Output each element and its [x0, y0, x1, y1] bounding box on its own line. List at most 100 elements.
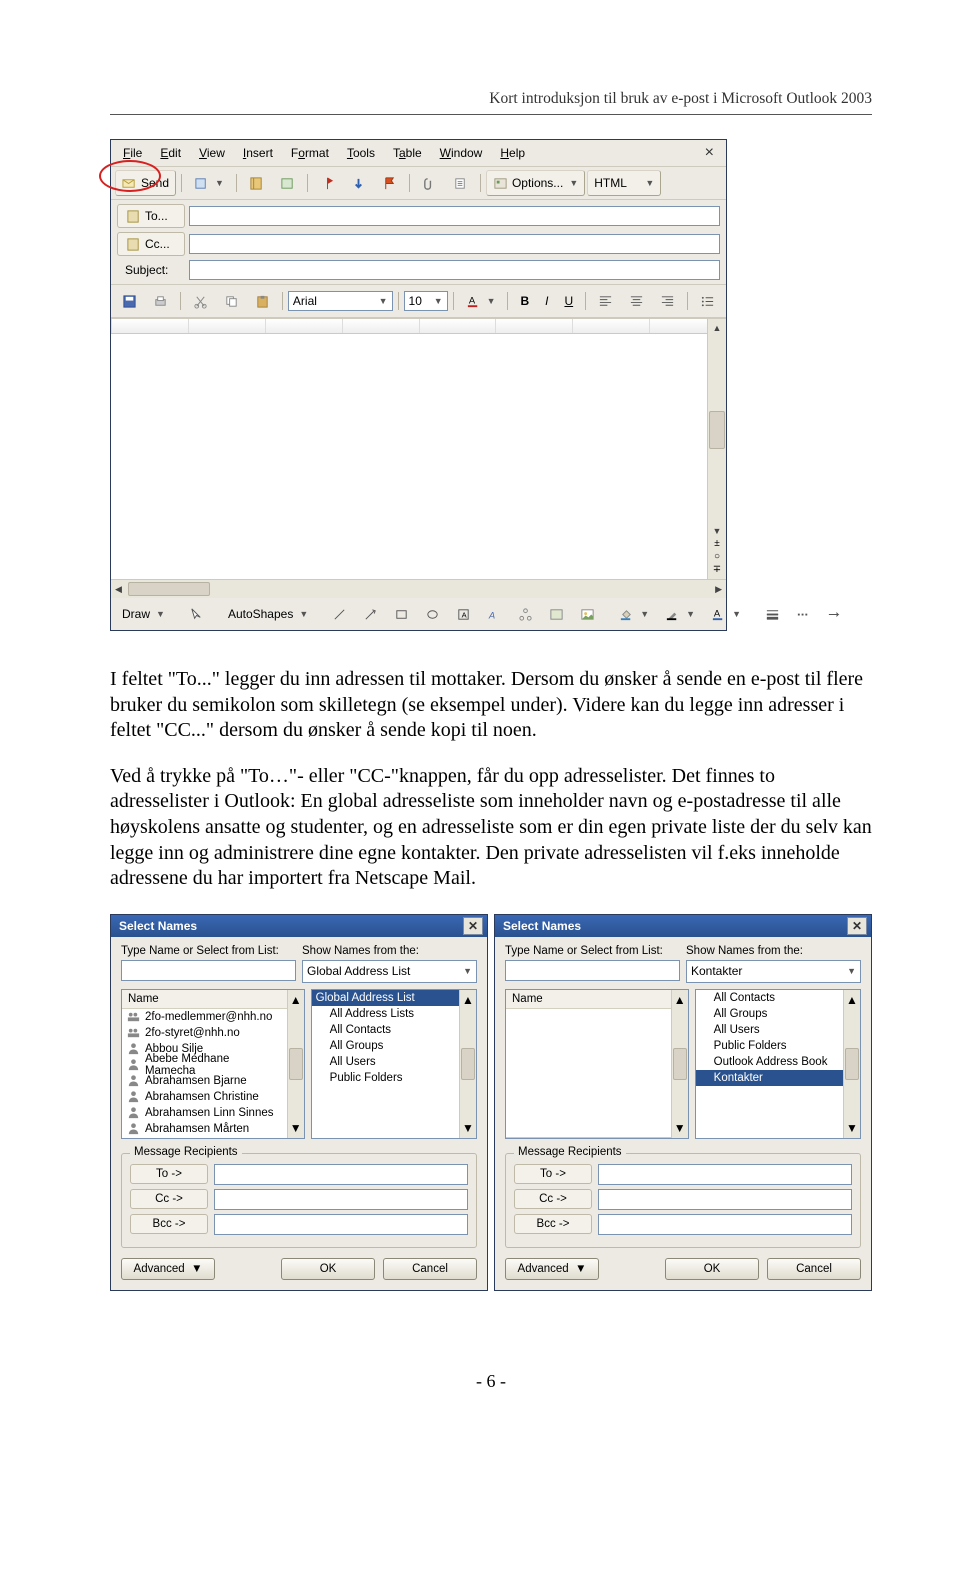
list-item[interactable]: Global Address List [312, 990, 459, 1006]
underline-button[interactable]: U [557, 288, 580, 314]
to-add-button[interactable]: To -> [130, 1164, 208, 1184]
message-body-editor[interactable]: ▲ ▼ ± ○ ∓ [111, 318, 726, 579]
ok-button[interactable]: OK [281, 1258, 375, 1280]
list-item[interactable]: Public Folders [696, 1038, 843, 1054]
list-item[interactable]: Abebe Medhane Mamecha [122, 1057, 287, 1073]
names-listbox[interactable]: Name ◀▶ [505, 989, 689, 1139]
line-color-button[interactable]: ▼ [658, 601, 702, 627]
list-item[interactable]: All Groups [696, 1006, 843, 1022]
cancel-button[interactable]: Cancel [383, 1258, 477, 1280]
bold-button[interactable]: B [513, 288, 536, 314]
menu-help[interactable]: Help [492, 143, 535, 163]
cc-recipients-input[interactable] [214, 1189, 468, 1210]
list-item[interactable]: All Users [696, 1022, 843, 1038]
dash-style-button[interactable] [789, 601, 818, 627]
cc-recipients-input[interactable] [598, 1189, 852, 1210]
list-item[interactable]: Outlook Address Book [696, 1054, 843, 1070]
list-item[interactable] [506, 1121, 671, 1137]
list-item[interactable]: All Address Lists [312, 1006, 459, 1022]
list-item[interactable] [506, 1073, 671, 1089]
font-color-button[interactable]: A▼ [459, 288, 503, 314]
list-item[interactable]: All Users [312, 1054, 459, 1070]
list-item[interactable] [506, 1057, 671, 1073]
align-left-button[interactable] [591, 288, 620, 314]
align-center-button[interactable] [622, 288, 651, 314]
list-item[interactable]: All Groups [312, 1038, 459, 1054]
list-item[interactable]: Abrahamsen Christine [122, 1089, 287, 1105]
check-names-button[interactable] [273, 170, 302, 196]
diagram-tool[interactable] [511, 601, 540, 627]
close-icon[interactable]: ✕ [847, 917, 867, 935]
size-select[interactable]: 10▼ [404, 291, 448, 311]
italic-button[interactable]: I [538, 288, 555, 314]
fill-color-button[interactable]: ▼ [612, 601, 656, 627]
menu-view[interactable]: View [191, 143, 235, 163]
menu-table[interactable]: Table [385, 143, 432, 163]
vertical-scrollbar[interactable]: ▲▼ [287, 990, 304, 1138]
arrow-tool[interactable] [356, 601, 385, 627]
options-button[interactable]: Options... ▼ [486, 170, 585, 196]
address-book-button[interactable] [242, 170, 271, 196]
line-style-button[interactable] [758, 601, 787, 627]
type-name-input[interactable] [121, 960, 296, 981]
advanced-button[interactable]: Advanced ▼ [505, 1258, 599, 1280]
save-button[interactable] [115, 288, 144, 314]
attach-item-button[interactable] [446, 170, 475, 196]
list-item[interactable]: All Contacts [312, 1022, 459, 1038]
format-mode-select[interactable]: HTML ▼ [587, 170, 661, 196]
picture-tool[interactable] [573, 601, 602, 627]
bcc-recipients-input[interactable] [214, 1214, 468, 1235]
to-recipients-input[interactable] [598, 1164, 852, 1185]
type-name-input[interactable] [505, 960, 680, 981]
show-names-select[interactable]: Kontakter▼ [686, 960, 861, 983]
menu-window[interactable]: Window [432, 143, 493, 163]
vertical-scrollbar[interactable]: ▲ ▼ ± ○ ∓ [707, 319, 726, 579]
select-objects-button[interactable] [182, 601, 211, 627]
close-icon[interactable]: ✕ [463, 917, 483, 935]
scrollbar-thumb[interactable] [709, 411, 725, 449]
oval-tool[interactable] [418, 601, 447, 627]
list-item[interactable] [506, 1041, 671, 1057]
font-color-button-2[interactable]: A▼ [704, 601, 748, 627]
textbox-tool[interactable]: A [449, 601, 478, 627]
list-item[interactable]: 2fo-styret@nhh.no [122, 1025, 287, 1041]
align-right-button[interactable] [653, 288, 682, 314]
list-item[interactable]: Kontakter [696, 1070, 843, 1086]
draw-menu[interactable]: Draw▼ [115, 601, 172, 627]
cc-input[interactable] [189, 234, 720, 254]
list-item[interactable] [506, 1089, 671, 1105]
autoshapes-menu[interactable]: AutoShapes▼ [221, 601, 315, 627]
horizontal-scrollbar[interactable]: ◀▶ [506, 1137, 671, 1138]
subject-input[interactable] [189, 260, 720, 280]
menu-edit[interactable]: Edit [152, 143, 191, 163]
to-button[interactable]: To... [117, 204, 185, 228]
cc-add-button[interactable]: Cc -> [514, 1189, 592, 1209]
line-tool[interactable] [325, 601, 354, 627]
attach-file-button[interactable] [415, 170, 444, 196]
show-names-select[interactable]: Global Address List▼ [302, 960, 477, 983]
menu-insert[interactable]: Insert [235, 143, 283, 163]
bcc-add-button[interactable]: Bcc -> [514, 1214, 592, 1234]
importance-low-button[interactable] [344, 170, 373, 196]
send-button[interactable]: Send [115, 170, 176, 196]
follow-up-button[interactable] [375, 170, 404, 196]
cut-button[interactable] [186, 288, 215, 314]
list-item[interactable]: Public Folders [312, 1070, 459, 1086]
arrow-style-button[interactable] [820, 601, 849, 627]
scrollbar-thumb[interactable] [128, 582, 210, 596]
dialog-titlebar[interactable]: Select Names ✕ [495, 915, 871, 937]
menu-format[interactable]: Format [283, 143, 339, 163]
print-button[interactable] [146, 288, 175, 314]
names-listbox[interactable]: Name 2fo-medlemmer@nhh.no2fo-styret@nhh.… [121, 989, 305, 1139]
paste-button[interactable] [248, 288, 277, 314]
bullets-button[interactable] [693, 288, 722, 314]
to-input[interactable] [189, 206, 720, 226]
to-recipients-input[interactable] [214, 1164, 468, 1185]
vertical-scrollbar[interactable]: ▲▼ [843, 990, 860, 1138]
sources-listbox[interactable]: Global Address ListAll Address ListsAll … [311, 989, 477, 1139]
bcc-recipients-input[interactable] [598, 1214, 852, 1235]
bcc-add-button[interactable]: Bcc -> [130, 1214, 208, 1234]
copy-button[interactable] [217, 288, 246, 314]
menu-file[interactable]: File [115, 143, 152, 163]
horizontal-scrollbar[interactable]: ◀ ▶ [111, 579, 726, 598]
